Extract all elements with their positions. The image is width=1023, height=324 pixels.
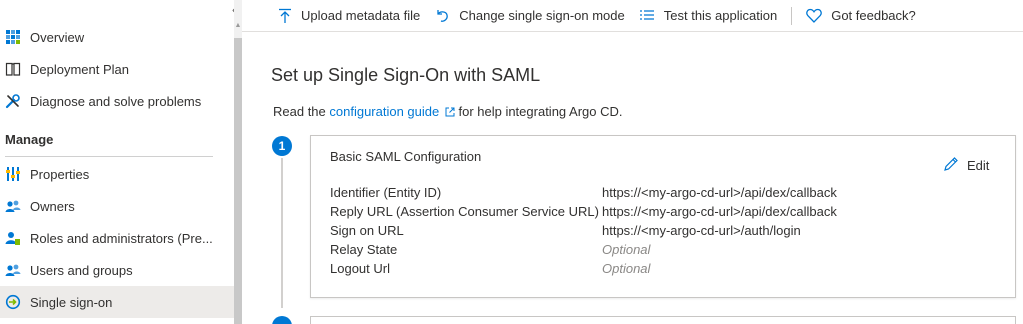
page-title: Set up Single Sign-On with SAML <box>271 65 541 85</box>
user-role-icon <box>5 230 21 246</box>
step-number-badge: 1 <box>272 136 292 156</box>
section-divider <box>5 156 213 157</box>
upload-metadata-button[interactable]: Upload metadata file <box>278 8 420 24</box>
overview-grid-icon <box>5 29 21 45</box>
feedback-label: Got feedback? <box>831 8 916 23</box>
pencil-icon <box>943 156 959 175</box>
wrench-icon <box>5 93 21 109</box>
config-value: https://<my-argo-cd-url>/auth/login <box>602 223 801 238</box>
sidebar-item-properties[interactable]: Properties <box>0 158 234 190</box>
sidebar-item-deployment-plan[interactable]: Deployment Plan <box>0 53 234 85</box>
sidebar-item-users-groups[interactable]: Users and groups <box>0 254 234 286</box>
sidebar-item-roles-admins[interactable]: Roles and administrators (Pre... <box>0 222 234 254</box>
list-test-icon <box>639 9 655 23</box>
intro-prefix: Read the <box>273 104 330 119</box>
intro-suffix: for help integrating Argo CD. <box>454 104 623 119</box>
edit-button[interactable]: Edit <box>943 156 989 175</box>
test-application-label: Test this application <box>663 8 778 23</box>
sidebar-item-overview[interactable]: Overview <box>0 21 234 53</box>
sidebar-item-label: Overview <box>30 29 85 45</box>
users-icon <box>5 198 21 214</box>
next-step-card <box>310 316 1016 324</box>
config-value: https://<my-argo-cd-url>/api/dex/callbac… <box>602 185 837 200</box>
config-key: Sign on URL <box>330 223 404 238</box>
heart-icon <box>806 8 823 23</box>
step-number-badge-next <box>272 316 292 324</box>
sidebar-item-owners[interactable]: Owners <box>0 190 234 222</box>
sidebar-item-single-sign-on[interactable]: Single sign-on <box>0 286 234 318</box>
intro-text: Read the configuration guide for help in… <box>273 104 623 120</box>
sidebar-item-label: Properties <box>30 166 90 182</box>
section-heading-manage: Manage <box>5 132 54 147</box>
change-sso-mode-button[interactable]: Change single sign-on mode <box>434 8 625 24</box>
upload-metadata-label: Upload metadata file <box>301 8 421 23</box>
configuration-guide-link-label: configuration guide <box>329 104 440 119</box>
basic-saml-config-card: Basic SAML Configuration Edit Identifier… <box>310 135 1016 298</box>
card-title: Basic SAML Configuration <box>330 149 482 164</box>
toolbar-separator <box>791 6 793 25</box>
sidebar-item-label: Single sign-on <box>30 294 113 310</box>
sidebar-item-label: Roles and administrators (Pre... <box>30 230 213 246</box>
config-value-optional: Optional <box>602 261 651 276</box>
edit-label: Edit <box>967 158 990 173</box>
sidebar-item-label: Diagnose and solve problems <box>30 93 202 109</box>
test-application-button[interactable]: Test this application <box>639 8 777 23</box>
upload-arrow-icon <box>278 8 292 24</box>
sso-icon <box>5 294 21 310</box>
step-connector-line <box>281 158 283 308</box>
scroll-up-arrow-icon[interactable]: ▲ <box>234 22 242 34</box>
sidebar: Overview Deployment Plan Diagnose and so… <box>0 0 234 324</box>
sidebar-item-label: Owners <box>30 198 75 214</box>
change-sso-mode-label: Change single sign-on mode <box>459 8 625 23</box>
external-link-icon <box>445 105 455 120</box>
scrollbar-thumb[interactable] <box>234 38 242 324</box>
feedback-button[interactable]: Got feedback? <box>806 8 916 23</box>
properties-icon <box>5 166 21 182</box>
sidebar-item-label: Deployment Plan <box>30 61 129 77</box>
configuration-guide-link[interactable]: configuration guide <box>329 104 455 120</box>
undo-icon <box>434 8 450 24</box>
users-icon <box>5 262 21 278</box>
command-bar: Upload metadata file Change single sign-… <box>242 0 1023 32</box>
book-icon <box>5 61 21 77</box>
config-key: Relay State <box>330 242 398 257</box>
config-key: Identifier (Entity ID) <box>330 185 442 200</box>
config-key: Reply URL (Assertion Consumer Service UR… <box>330 204 599 219</box>
config-value: https://<my-argo-cd-url>/api/dex/callbac… <box>602 204 837 219</box>
sidebar-item-diagnose[interactable]: Diagnose and solve problems <box>0 85 234 117</box>
config-value-optional: Optional <box>602 242 651 257</box>
sidebar-item-label: Users and groups <box>30 262 133 278</box>
config-key: Logout Url <box>330 261 390 276</box>
